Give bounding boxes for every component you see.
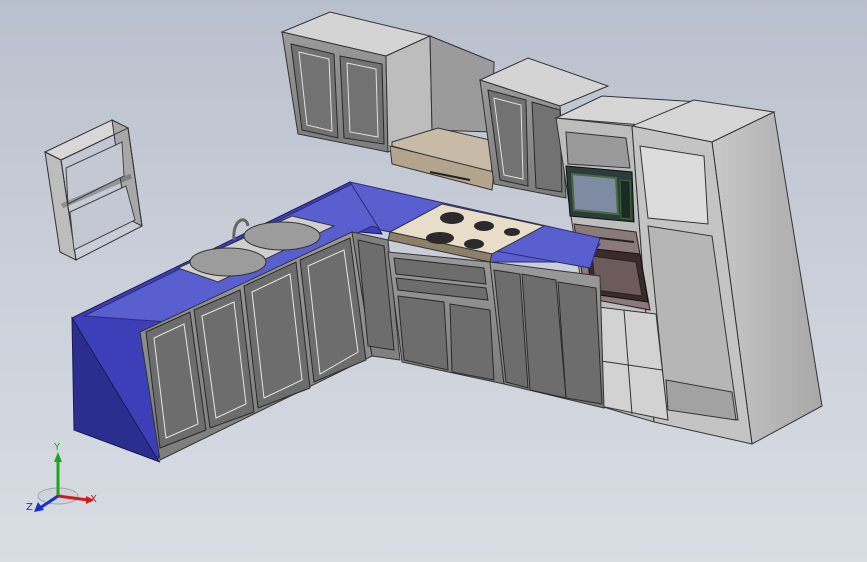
- graphics-viewport[interactable]: Y X Z: [0, 0, 867, 562]
- z-axis-label: Z: [26, 502, 33, 513]
- coordinate-triad: Y X Z: [24, 442, 104, 522]
- x-axis-label: X: [90, 494, 97, 505]
- base-cabinets-right[interactable]: [387, 251, 605, 409]
- window-frame[interactable]: [43, 119, 143, 261]
- upper-cabinet-left[interactable]: [280, 11, 433, 153]
- kitchen-model[interactable]: [0, 0, 867, 562]
- triad-graphic: [34, 452, 94, 512]
- y-axis-label: Y: [54, 442, 61, 453]
